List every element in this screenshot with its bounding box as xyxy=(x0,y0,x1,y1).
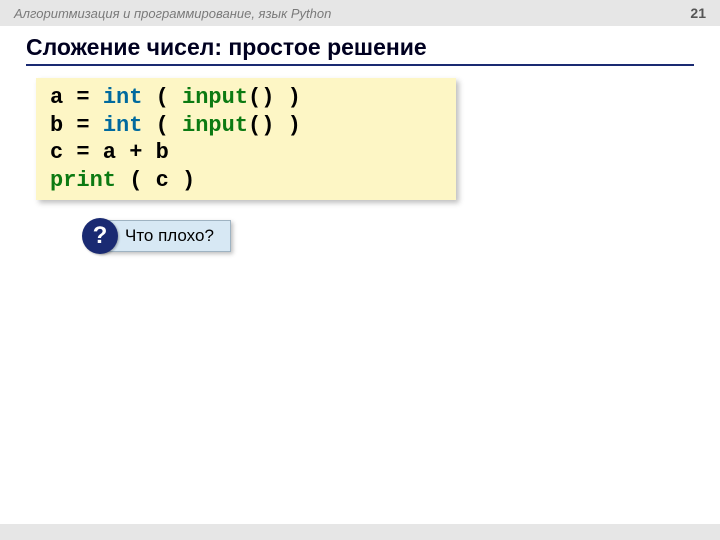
course-title: Алгоритмизация и программирование, язык … xyxy=(14,6,331,21)
slide-title: Сложение чисел: простое решение xyxy=(26,34,694,60)
code-line: print ( c ) xyxy=(50,167,442,195)
code-line: b = int ( input() ) xyxy=(50,112,442,140)
slide-header: Алгоритмизация и программирование, язык … xyxy=(0,0,720,26)
code-line: c = a + b xyxy=(50,139,442,167)
question-mark-icon: ? xyxy=(82,218,118,254)
code-block: a = int ( input() ) b = int ( input() ) … xyxy=(36,78,456,200)
page-number: 21 xyxy=(690,5,706,21)
callout: ? Что плохо? xyxy=(82,218,231,254)
slide-footer xyxy=(0,524,720,540)
keyword-input: input xyxy=(182,113,248,138)
keyword-int: int xyxy=(103,85,143,110)
title-section: Сложение чисел: простое решение xyxy=(0,26,720,66)
keyword-int: int xyxy=(103,113,143,138)
title-underline xyxy=(26,64,694,66)
keyword-print: print xyxy=(50,168,116,193)
keyword-input: input xyxy=(182,85,248,110)
code-line: a = int ( input() ) xyxy=(50,84,442,112)
